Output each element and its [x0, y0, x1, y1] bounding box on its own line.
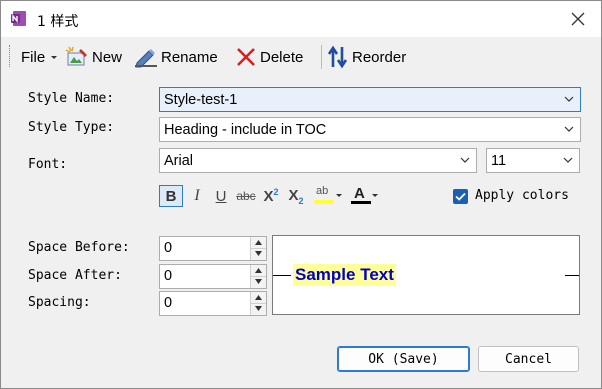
spacing-spinner[interactable]: 0 [159, 291, 267, 316]
style-type-label: Style Type: [28, 120, 115, 135]
rename-button[interactable]: Rename [134, 45, 218, 69]
style-type-combobox[interactable]: Heading - include in TOC [159, 117, 581, 142]
style-type-value: Heading - include in TOC [164, 121, 327, 138]
apply-colors-label: Apply colors [475, 188, 569, 203]
strikethrough-icon: abc [236, 189, 256, 203]
close-icon [571, 12, 585, 26]
italic-button[interactable]: I [187, 185, 207, 207]
toolbar: File New Rename Delete Reorder [1, 37, 601, 77]
highlight-icon: ab [314, 185, 336, 206]
triangle-down-icon [255, 251, 262, 256]
toolbar-separator [321, 45, 322, 69]
reorder-label: Reorder [352, 48, 407, 66]
subscript-icon: X2 [288, 186, 304, 206]
subscript-button[interactable]: X2 [285, 185, 307, 207]
spacing-down-button[interactable] [251, 303, 266, 314]
preview-rule-right [565, 275, 579, 276]
underline-icon: U [215, 187, 227, 205]
bold-button[interactable]: B [159, 185, 183, 207]
new-label: New [92, 48, 123, 66]
chevron-down-icon [564, 126, 574, 132]
font-size-combobox[interactable]: 11 [486, 148, 580, 173]
space-before-down-button[interactable] [251, 248, 266, 259]
delete-label: Delete [260, 48, 304, 66]
superscript-icon: X2 [263, 187, 279, 205]
superscript-button[interactable]: X2 [260, 185, 282, 207]
style-preview-box: Sample Text [272, 235, 580, 315]
window-title: 1 样式 [37, 14, 79, 30]
cancel-label: Cancel [505, 351, 552, 367]
spacing-value: 0 [164, 295, 173, 311]
triangle-down-icon [255, 279, 262, 284]
bold-icon: B [165, 187, 177, 205]
space-before-spinner[interactable]: 0 [159, 236, 267, 261]
font-label: Font: [28, 157, 68, 172]
close-button[interactable] [555, 1, 601, 37]
chevron-down-icon [460, 157, 470, 163]
new-button[interactable]: New [65, 45, 122, 69]
triangle-up-icon [255, 240, 262, 245]
font-color-button[interactable]: A [347, 185, 381, 207]
space-before-value: 0 [164, 240, 173, 256]
style-name-value: Style-test-1 [164, 91, 238, 108]
triangle-up-icon [255, 268, 262, 273]
style-dialog: 1 样式 File New Rename Delete Reorder Styl… [0, 0, 602, 389]
cancel-button[interactable]: Cancel [478, 346, 579, 372]
delete-button[interactable]: Delete [235, 45, 303, 69]
file-menu-label: File [21, 48, 46, 66]
chevron-down-icon [563, 157, 573, 163]
ok-save-button[interactable]: OK (Save) [337, 346, 470, 372]
preview-rule-left [273, 275, 291, 276]
apply-colors-checkbox[interactable] [453, 189, 468, 204]
onenote-app-icon [11, 11, 26, 26]
delete-icon [237, 48, 255, 66]
highlight-color-button[interactable]: ab [310, 185, 346, 207]
checkmark-icon [455, 192, 466, 201]
ok-save-label: OK (Save) [368, 351, 439, 367]
triangle-up-icon [255, 295, 262, 300]
italic-icon: I [194, 187, 200, 204]
strikethrough-button[interactable]: abc [234, 185, 258, 207]
preview-sample-text: Sample Text [293, 264, 396, 286]
space-after-label: Space After: [28, 268, 122, 283]
space-after-value: 0 [164, 268, 173, 284]
style-name-combobox[interactable]: Style-test-1 [159, 87, 581, 112]
file-menu-button[interactable]: File [21, 45, 58, 69]
dropdown-arrow-icon [336, 194, 342, 197]
title-bar: 1 样式 [1, 1, 601, 37]
reorder-icon [327, 45, 348, 69]
reorder-button[interactable]: Reorder [327, 45, 406, 69]
dropdown-arrow-icon [51, 56, 58, 59]
spacing-label: Spacing: [28, 295, 91, 310]
font-size-value: 11 [491, 152, 507, 169]
space-before-label: Space Before: [28, 240, 130, 255]
font-combobox[interactable]: Arial [159, 148, 477, 173]
toolbar-grip[interactable] [9, 45, 12, 67]
font-color-icon: A [350, 185, 372, 206]
font-value: Arial [164, 152, 194, 169]
chevron-down-icon [564, 96, 574, 102]
underline-button[interactable]: U [211, 185, 231, 207]
rename-label: Rename [161, 48, 218, 66]
rename-icon [135, 49, 157, 68]
space-after-down-button[interactable] [251, 276, 266, 287]
new-style-icon [65, 46, 87, 66]
dropdown-arrow-icon [372, 194, 378, 197]
space-after-spinner[interactable]: 0 [159, 264, 267, 289]
triangle-down-icon [255, 306, 262, 311]
style-name-label: Style Name: [28, 91, 115, 106]
